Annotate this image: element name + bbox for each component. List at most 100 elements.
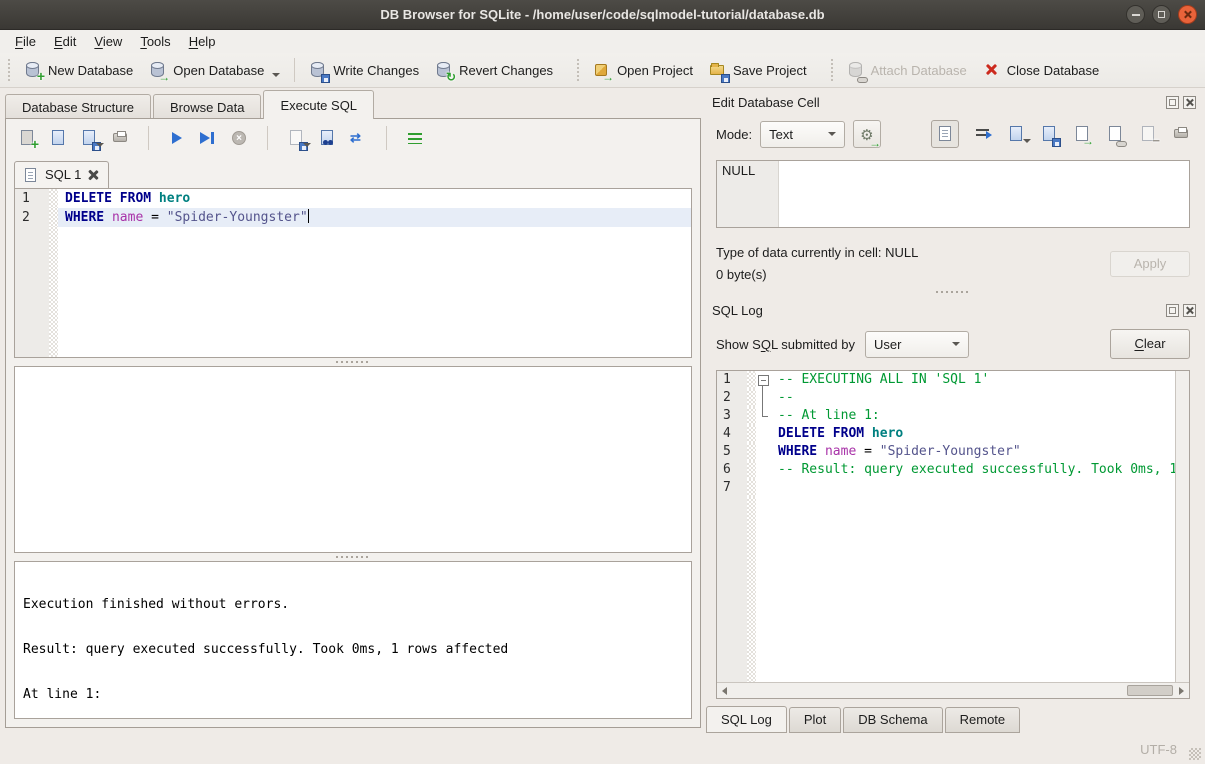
execute-line-icon[interactable] — [199, 129, 217, 147]
apply-settings-button[interactable] — [853, 120, 881, 148]
status-bar: UTF-8 — [0, 734, 1205, 764]
auto-format-icon[interactable] — [406, 129, 424, 147]
close-tab-icon[interactable] — [88, 170, 98, 180]
execute-all-icon[interactable] — [168, 129, 186, 147]
find-replace-icon[interactable] — [349, 129, 367, 147]
tab-remote[interactable]: Remote — [945, 707, 1021, 733]
sql-tab-label: SQL 1 — [45, 167, 81, 182]
word-wrap-icon[interactable] — [974, 125, 992, 143]
clear-button[interactable]: Clear — [1110, 329, 1190, 359]
log-line — [771, 479, 1175, 497]
execution-message-area[interactable]: Execution finished without errors. Resul… — [14, 561, 692, 719]
horizontal-scrollbar[interactable] — [717, 682, 1189, 698]
menu-help[interactable]: Help — [180, 31, 225, 52]
sql-editor-toolbar — [6, 119, 700, 157]
tab-execute-sql[interactable]: Execute SQL — [263, 90, 374, 119]
menu-edit[interactable]: Edit — [45, 31, 85, 52]
log-line-number: 6 — [717, 461, 747, 479]
line-number: 1 — [15, 189, 49, 208]
gear-icon — [859, 126, 877, 144]
edit-cell-title: Edit Database Cell — [712, 95, 1166, 110]
scroll-right-icon[interactable] — [1174, 683, 1189, 698]
open-project-button[interactable]: Open Project — [585, 56, 701, 84]
maximize-icon — [1158, 11, 1165, 18]
tab-sql-log[interactable]: SQL Log — [706, 706, 787, 733]
fold-marker — [756, 389, 771, 407]
code-line[interactable]: WHERE name = "Spider-Youngster" — [58, 208, 691, 227]
float-dock-icon[interactable] — [1166, 96, 1179, 109]
cell-value: NULL — [717, 161, 779, 227]
set-null-icon — [1139, 125, 1157, 143]
main-tab-bar: Database Structure Browse Data Execute S… — [5, 90, 701, 119]
open-database-button[interactable]: Open Database — [141, 56, 288, 84]
sql-editor[interactable]: 1 DELETE FROM hero 2 WHERE name = "Spide… — [14, 188, 692, 358]
log-line-number: 7 — [717, 479, 747, 497]
write-changes-button[interactable]: Write Changes — [301, 56, 427, 84]
sql-log-dock-header: SQL Log — [706, 298, 1200, 322]
menu-view[interactable]: View — [85, 31, 131, 52]
menu-bar: File Edit View Tools Help — [0, 30, 1205, 53]
mode-label: Mode: — [716, 127, 752, 142]
menu-tools[interactable]: Tools — [131, 31, 179, 52]
cell-editor-toolbar — [931, 120, 1190, 148]
close-button[interactable] — [1178, 5, 1197, 24]
float-dock-icon[interactable] — [1166, 304, 1179, 317]
submitter-select[interactable]: User — [865, 331, 969, 358]
save-project-icon — [709, 61, 727, 79]
text-document-icon — [936, 125, 954, 143]
toolbar-grip — [829, 59, 835, 81]
tab-db-schema[interactable]: DB Schema — [843, 707, 942, 733]
execute-sql-panel: SQL 1 1 DELETE FROM hero 2 WHERE name = … — [5, 118, 701, 728]
sql-log-view: 1 -- EXECUTING ALL IN 'SQL 1' 2 -- 3 -- … — [716, 370, 1190, 699]
cell-value-editor[interactable]: NULL — [716, 160, 1190, 228]
log-line: -- EXECUTING ALL IN 'SQL 1' — [771, 371, 1175, 389]
splitter-handle[interactable] — [706, 286, 1200, 298]
close-database-button[interactable]: Close Database — [975, 56, 1108, 84]
results-grid[interactable] — [14, 366, 692, 553]
splitter-handle[interactable] — [6, 553, 700, 561]
save-project-button[interactable]: Save Project — [701, 56, 815, 84]
scroll-left-icon[interactable] — [717, 683, 732, 698]
new-sql-tab-icon[interactable] — [18, 129, 36, 147]
toolbar-separator — [294, 58, 295, 82]
find-icon[interactable] — [318, 129, 336, 147]
tab-plot[interactable]: Plot — [789, 707, 841, 733]
editor-line[interactable]: 1 DELETE FROM hero — [15, 189, 691, 208]
export-cell-icon[interactable] — [1073, 125, 1091, 143]
new-database-button[interactable]: New Database — [16, 56, 141, 84]
log-line: WHERE name = "Spider-Youngster" — [771, 443, 1175, 461]
code-line[interactable]: DELETE FROM hero — [58, 189, 691, 208]
close-dock-icon[interactable] — [1183, 96, 1196, 109]
revert-changes-button[interactable]: Revert Changes — [427, 56, 561, 84]
save-cell-icon[interactable] — [1040, 125, 1058, 143]
chevron-down-icon — [828, 132, 836, 136]
cell-size-info: 0 byte(s) — [716, 264, 1110, 286]
attach-database-button: Attach Database — [839, 56, 975, 84]
link-cell-icon[interactable] — [1106, 125, 1124, 143]
vertical-scrollbar[interactable] — [1175, 371, 1189, 682]
menu-file[interactable]: File — [6, 31, 45, 52]
tab-browse-data[interactable]: Browse Data — [153, 94, 261, 119]
tab-database-structure[interactable]: Database Structure — [5, 94, 151, 119]
write-changes-icon — [309, 61, 327, 79]
close-dock-icon[interactable] — [1183, 304, 1196, 317]
open-sql-file-icon[interactable] — [49, 129, 67, 147]
editor-line-active[interactable]: 2 WHERE name = "Spider-Youngster" — [15, 208, 691, 227]
print-cell-icon[interactable] — [1172, 125, 1190, 143]
resize-grip-icon[interactable] — [1189, 748, 1201, 760]
dock-area: Edit Database Cell Mode: Text NULL — [706, 90, 1200, 733]
mode-select[interactable]: Text — [760, 121, 845, 148]
splitter-handle[interactable] — [6, 358, 700, 366]
fold-marker[interactable] — [756, 371, 771, 389]
open-database-dropdown-icon[interactable] — [272, 73, 280, 77]
log-line: DELETE FROM hero — [771, 425, 1175, 443]
print-icon[interactable] — [111, 129, 129, 147]
export-results-icon — [287, 129, 305, 147]
scrollbar-thumb[interactable] — [1127, 685, 1173, 696]
import-cell-icon[interactable] — [1007, 125, 1025, 143]
maximize-button[interactable] — [1152, 5, 1171, 24]
save-sql-file-icon[interactable] — [80, 129, 98, 147]
text-mode-button[interactable] — [931, 120, 959, 148]
minimize-button[interactable] — [1126, 5, 1145, 24]
sql-file-tab[interactable]: SQL 1 — [14, 161, 109, 188]
